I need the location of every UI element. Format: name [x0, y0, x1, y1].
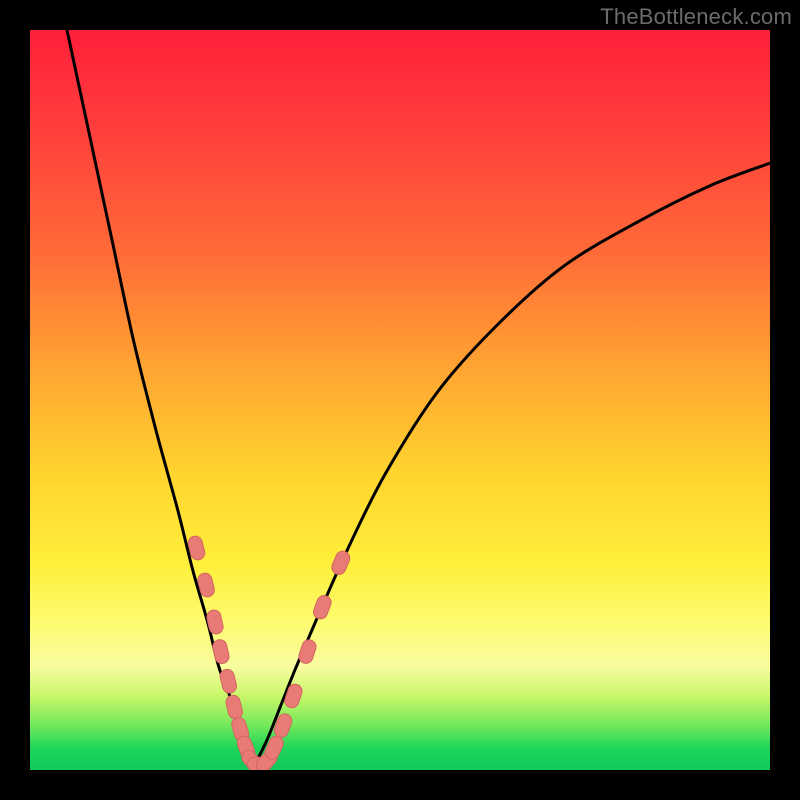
plot-area [30, 30, 770, 770]
marker-point [211, 638, 230, 664]
curve-right-branch [252, 163, 770, 770]
marker-point [297, 638, 318, 665]
watermark-text: TheBottleneck.com [600, 4, 792, 30]
marker-point [225, 694, 244, 721]
marker-point [219, 668, 238, 695]
marker-point [283, 682, 304, 709]
marker-point [312, 594, 334, 621]
marker-point [330, 549, 352, 577]
marker-point [206, 609, 225, 635]
chart-frame: TheBottleneck.com [0, 0, 800, 800]
chart-svg [30, 30, 770, 770]
